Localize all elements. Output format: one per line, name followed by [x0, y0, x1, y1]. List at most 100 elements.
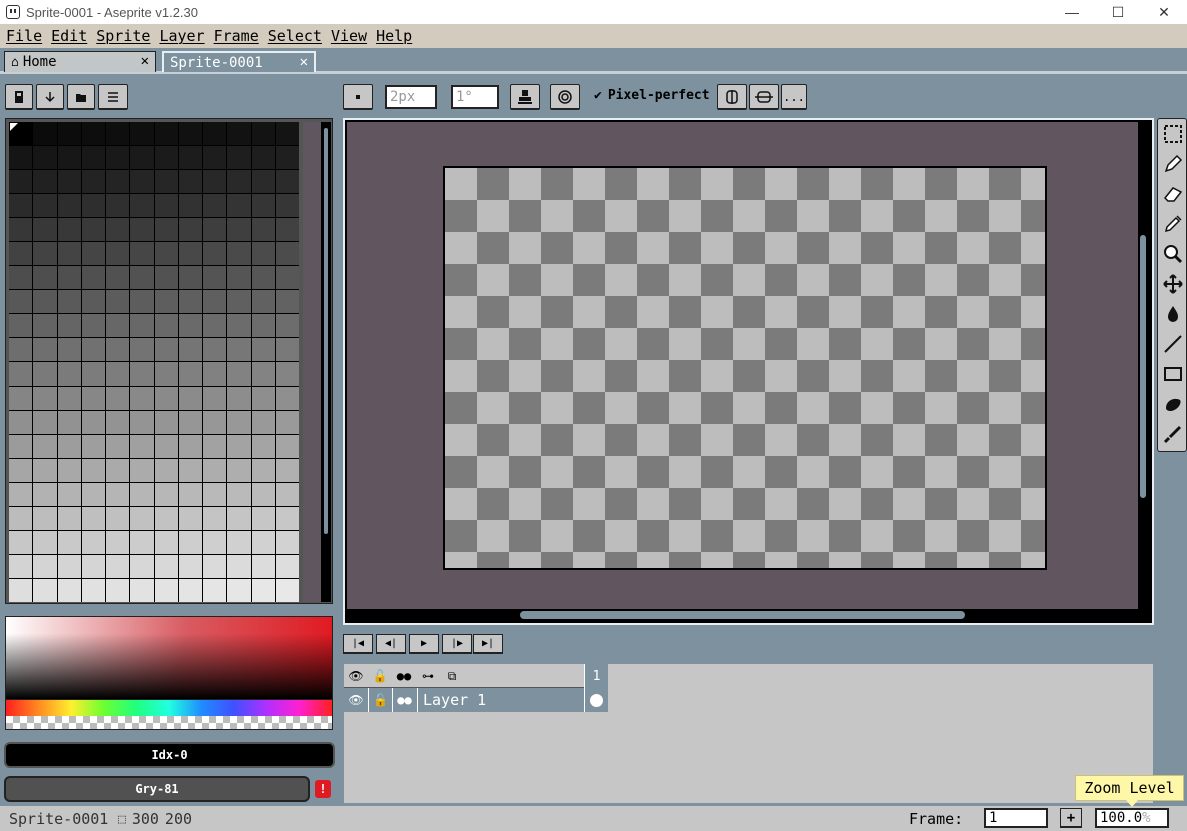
palette-swatch[interactable]	[130, 338, 154, 362]
palette-swatch[interactable]	[227, 386, 251, 410]
palette-swatch[interactable]	[57, 314, 81, 338]
palette-swatch[interactable]	[154, 290, 178, 314]
palette-swatch[interactable]	[106, 362, 130, 386]
palette-swatch[interactable]	[227, 266, 251, 290]
palette-swatch[interactable]	[106, 266, 130, 290]
maximize-button[interactable]: ☐	[1095, 0, 1141, 24]
palette-swatch[interactable]	[178, 218, 202, 242]
cel-layer1-frame1[interactable]	[584, 688, 608, 712]
palette-swatch[interactable]	[57, 458, 81, 482]
palette-swatch[interactable]	[275, 242, 299, 266]
palette-swatch[interactable]	[130, 578, 154, 602]
palette-swatch[interactable]	[203, 170, 227, 194]
timeline-panel[interactable]: 👁 🔓 ●● ⊶ ⧉ 1 👁 🔓 ●● Layer 1	[343, 663, 1154, 804]
palette-swatch[interactable]	[203, 578, 227, 602]
palette-swatch[interactable]	[57, 290, 81, 314]
palette-swatch[interactable]	[203, 362, 227, 386]
next-frame-button[interactable]: |▶	[442, 634, 472, 654]
hue-slider[interactable]	[5, 700, 333, 716]
palette-swatch[interactable]	[57, 482, 81, 506]
palette-swatch[interactable]	[9, 362, 33, 386]
palette-swatch[interactable]	[57, 122, 81, 146]
palette-swatch[interactable]	[154, 410, 178, 434]
palette-swatch[interactable]	[57, 386, 81, 410]
color-spectrum[interactable]	[5, 616, 333, 700]
palette-swatch[interactable]	[106, 386, 130, 410]
palette-swatch[interactable]	[275, 458, 299, 482]
palette-swatch[interactable]	[154, 578, 178, 602]
palette-swatch[interactable]	[106, 242, 130, 266]
palette-swatch[interactable]	[178, 530, 202, 554]
palette-swatch[interactable]	[130, 218, 154, 242]
palette-swatch[interactable]	[130, 194, 154, 218]
palette-swatch[interactable]	[154, 242, 178, 266]
palette-swatch[interactable]	[227, 410, 251, 434]
palette-swatch[interactable]	[106, 434, 130, 458]
tab-sprite[interactable]: Sprite-0001 ✕	[162, 51, 316, 72]
palette-swatch[interactable]	[9, 578, 33, 602]
palette-swatch[interactable]	[251, 554, 275, 578]
first-frame-button[interactable]: |◀	[343, 634, 373, 654]
palette-swatch[interactable]	[178, 314, 202, 338]
menu-sprite[interactable]: Sprite	[94, 27, 157, 45]
brush-angle-input[interactable]: 1°	[451, 85, 499, 109]
palette-swatch[interactable]	[9, 146, 33, 170]
palette-swatch[interactable]	[275, 194, 299, 218]
palette-sort-button[interactable]	[36, 84, 64, 110]
menu-frame[interactable]: Frame	[212, 27, 266, 45]
paint-bucket-tool[interactable]	[1160, 301, 1186, 327]
palette-swatch[interactable]	[203, 554, 227, 578]
onion-skin-button[interactable]: ⧉	[440, 664, 464, 688]
palette-swatch[interactable]	[130, 458, 154, 482]
spray-button[interactable]	[550, 84, 580, 110]
last-frame-button[interactable]: ▶|	[473, 634, 503, 654]
palette-swatch[interactable]	[81, 410, 105, 434]
brush-type-button[interactable]	[343, 84, 373, 110]
palette-swatch[interactable]	[251, 434, 275, 458]
palette-swatch[interactable]	[130, 146, 154, 170]
lock-header-button[interactable]: 🔓	[368, 664, 392, 688]
palette-swatch[interactable]	[275, 482, 299, 506]
palette-swatch[interactable]	[275, 362, 299, 386]
palette-swatch[interactable]	[227, 314, 251, 338]
palette-swatch[interactable]	[178, 338, 202, 362]
palette-swatch[interactable]	[275, 554, 299, 578]
palette-swatch[interactable]	[57, 266, 81, 290]
palette-swatch[interactable]	[178, 146, 202, 170]
palette-swatch[interactable]	[227, 218, 251, 242]
menu-help[interactable]: Help	[374, 27, 419, 45]
palette-swatch[interactable]	[227, 122, 251, 146]
palette-swatch[interactable]	[251, 242, 275, 266]
palette-swatch[interactable]	[9, 506, 33, 530]
palette-swatch[interactable]	[178, 458, 202, 482]
palette-swatch[interactable]	[106, 122, 130, 146]
eyedropper-tool[interactable]	[1160, 211, 1186, 237]
layer-name[interactable]: Layer 1	[417, 688, 583, 712]
palette-swatch[interactable]	[81, 578, 105, 602]
symmetry-button[interactable]	[717, 84, 747, 110]
zoom-input[interactable]: 100.0%	[1095, 808, 1169, 828]
palette-swatch[interactable]	[9, 482, 33, 506]
palette-swatch[interactable]	[178, 506, 202, 530]
palette-swatch[interactable]	[227, 338, 251, 362]
palette-swatch[interactable]	[130, 362, 154, 386]
palette-swatch[interactable]	[33, 530, 57, 554]
palette-swatch[interactable]	[154, 506, 178, 530]
palette-swatch[interactable]	[81, 194, 105, 218]
minimize-button[interactable]: —	[1049, 0, 1095, 24]
palette-swatch[interactable]	[57, 242, 81, 266]
palette-swatch[interactable]	[203, 122, 227, 146]
palette-swatch[interactable]	[154, 266, 178, 290]
palette-swatch[interactable]	[178, 410, 202, 434]
menu-view[interactable]: View	[329, 27, 374, 45]
palette-swatch[interactable]	[33, 314, 57, 338]
palette-swatch[interactable]	[130, 170, 154, 194]
editor-background[interactable]	[347, 122, 1138, 609]
palette-swatch[interactable]	[106, 170, 130, 194]
palette-swatch[interactable]	[203, 194, 227, 218]
continuous-header-button[interactable]: ●●	[392, 664, 416, 688]
palette-swatch[interactable]	[57, 338, 81, 362]
palette-swatch[interactable]	[275, 410, 299, 434]
frame-header-1[interactable]: 1	[584, 664, 608, 688]
palette-swatch[interactable]	[275, 434, 299, 458]
